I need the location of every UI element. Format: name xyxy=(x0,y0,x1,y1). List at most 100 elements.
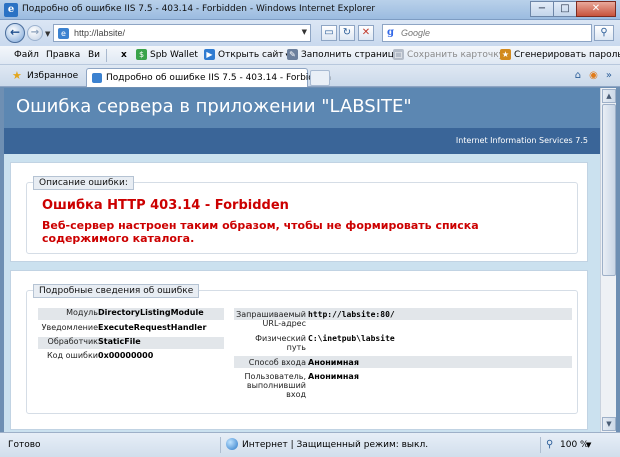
generate-password-button[interactable]: ★ Сгенерировать пароль xyxy=(500,49,620,60)
feeds-icon[interactable]: ◉ xyxy=(589,70,598,81)
page-header: Ошибка сервера в приложении "LABSITE" xyxy=(4,88,600,128)
save-card-icon: □ xyxy=(393,49,404,60)
detail-row-error-code: Код ошибки0x00000000 xyxy=(38,351,224,363)
menu-separator xyxy=(106,49,107,62)
scroll-thumb[interactable] xyxy=(602,104,616,276)
menu-view[interactable]: Ви xyxy=(88,50,100,60)
favorites-button[interactable]: Избранное xyxy=(27,71,78,81)
menu-file[interactable]: Файл xyxy=(14,50,39,60)
page-content: Ошибка сервера в приложении "LABSITE" In… xyxy=(4,88,600,432)
search-box[interactable]: g xyxy=(382,24,592,42)
spb-wallet-button[interactable]: $ Spb Wallet xyxy=(136,49,198,60)
vertical-scrollbar[interactable]: ▲ ▼ xyxy=(600,88,616,432)
zoom-icon[interactable]: ⚲ xyxy=(546,439,553,450)
address-input[interactable] xyxy=(74,28,274,38)
window-controls: − □ ✕ xyxy=(530,1,616,18)
tab-active[interactable]: Подробно об ошибке IIS 7.5 - 403.14 - Fo… xyxy=(86,68,331,87)
toolbar-close-button[interactable]: x xyxy=(121,50,127,60)
detail-key: Способ входа xyxy=(248,358,306,367)
detail-row-handler: ОбработчикStaticFile xyxy=(38,337,224,349)
maximize-button[interactable]: □ xyxy=(553,1,577,17)
status-bar: Готово Интернет | Защищенный режим: выкл… xyxy=(0,432,620,457)
error-summary-legend: Описание ошибки: xyxy=(33,176,134,190)
detail-value: Анонимная xyxy=(308,372,359,381)
detail-row-module: МодульDirectoryListingModule xyxy=(38,308,224,320)
zoom-level[interactable]: 100 % xyxy=(560,440,589,450)
open-site-icon: ▶ xyxy=(204,49,215,60)
generate-password-label: Сгенерировать пароль xyxy=(514,49,620,60)
close-button[interactable]: ✕ xyxy=(576,1,616,17)
address-bar[interactable]: e ▼ xyxy=(53,24,311,42)
page-subheader: Internet Information Services 7.5 xyxy=(4,128,600,154)
menu-edit[interactable]: Правка xyxy=(46,50,80,60)
save-card-button[interactable]: □ Сохранить карточку xyxy=(393,49,504,60)
detail-row-notification: УведомлениеExecuteRequestHandler xyxy=(38,323,224,335)
detail-value: http://labsite:80/ xyxy=(308,310,395,319)
scroll-up-icon[interactable]: ▲ xyxy=(602,89,616,103)
scroll-down-icon[interactable]: ▼ xyxy=(602,417,616,431)
detail-key: Уведомление xyxy=(41,323,98,332)
page-title: Ошибка сервера в приложении "LABSITE" xyxy=(16,96,412,117)
save-card-label: Сохранить карточку xyxy=(407,49,504,60)
generate-password-icon: ★ xyxy=(500,49,511,60)
status-text: Готово xyxy=(8,440,41,450)
error-title: Ошибка HTTP 403.14 - Forbidden xyxy=(42,198,289,213)
detail-key: Физический путь xyxy=(255,334,306,352)
address-row: ← → ▼ e ▼ ▭ ↻ ✕ g ⚲ xyxy=(0,20,620,46)
window-title: Подробно об ошибке IIS 7.5 - 403.14 - Fo… xyxy=(22,4,376,14)
detail-value: DirectoryListingModule xyxy=(98,308,204,317)
detail-value: Анонимная xyxy=(308,358,359,367)
zoom-dropdown-icon[interactable]: ▼ xyxy=(586,441,591,449)
wallet-icon: $ xyxy=(136,49,147,60)
fill-page-button[interactable]: ✎ Заполнить страницу xyxy=(287,49,399,60)
detail-key: Пользователь, выполнивший вход xyxy=(244,372,306,399)
detail-value: C:\inetpub\labsite xyxy=(308,334,395,343)
spb-wallet-label: Spb Wallet xyxy=(150,49,198,60)
stop-icon[interactable]: ✕ xyxy=(358,25,374,41)
detail-row-logon-user: Пользователь, выполнивший вход Анонимная xyxy=(234,372,572,402)
forward-button[interactable]: → xyxy=(27,25,43,41)
search-input[interactable] xyxy=(401,28,551,38)
search-icon[interactable]: ⚲ xyxy=(594,25,614,41)
detail-value: 0x00000000 xyxy=(98,351,154,360)
address-dropdown-icon[interactable]: ▼ xyxy=(302,28,307,36)
detail-key: Обработчик xyxy=(47,337,98,346)
title-bar: e Подробно об ошибке IIS 7.5 - 403.14 - … xyxy=(0,0,620,20)
back-button[interactable]: ← xyxy=(5,23,25,43)
internet-zone-icon xyxy=(226,438,238,450)
open-site-label: Открыть сайт xyxy=(218,49,284,60)
history-dropdown-icon[interactable]: ▼ xyxy=(45,30,50,38)
detail-key: Код ошибки xyxy=(46,351,98,360)
detail-row-requested-url: Запрашиваемый URL-адрес http://labsite:8… xyxy=(234,308,572,334)
tab-label: Подробно об ошибке IIS 7.5 - 403.14 - Fo… xyxy=(106,73,331,83)
google-icon: g xyxy=(387,27,394,38)
tab-page-icon xyxy=(92,73,102,83)
status-divider xyxy=(220,437,221,453)
page-icon: e xyxy=(58,28,69,39)
detail-value: StaticFile xyxy=(98,337,141,346)
detail-key: Модуль xyxy=(66,308,98,317)
security-zone[interactable]: Интернет | Защищенный режим: выкл. xyxy=(242,440,428,450)
error-description: Веб-сервер настроен таким образом, чтобы… xyxy=(42,219,479,245)
detail-value: ExecuteRequestHandler xyxy=(98,323,207,332)
compatibility-view-icon[interactable]: ▭ xyxy=(321,25,337,41)
fill-page-label: Заполнить страницу xyxy=(301,49,400,60)
tab-row: ★ Избранное Подробно об ошибке IIS 7.5 -… xyxy=(0,65,620,87)
fill-page-icon: ✎ xyxy=(287,49,298,60)
open-site-button[interactable]: ▶ Открыть сайт ▾ xyxy=(204,49,289,60)
detail-key: Запрашиваемый URL-адрес xyxy=(236,310,306,328)
ie-logo-icon: e xyxy=(4,3,18,17)
new-tab-button[interactable] xyxy=(310,70,330,86)
detail-row-logon-method: Способ входа Анонимная xyxy=(234,356,572,368)
home-icon[interactable]: ⌂ xyxy=(575,70,581,81)
menu-toolbar-row: Файл Правка Ви x $ Spb Wallet ▶ Открыть … xyxy=(0,46,620,65)
error-details-legend: Подробные сведения об ошибке xyxy=(33,284,200,298)
status-divider xyxy=(540,437,541,453)
command-bar: ⌂ ◉ » xyxy=(575,70,612,81)
refresh-icon[interactable]: ↻ xyxy=(339,25,355,41)
server-name: Internet Information Services 7.5 xyxy=(455,136,588,145)
minimize-button[interactable]: − xyxy=(530,1,554,17)
detail-row-physical-path: Физический путь C:\inetpub\labsite xyxy=(234,334,572,354)
favorites-star-icon[interactable]: ★ xyxy=(12,69,22,82)
more-tools-icon[interactable]: » xyxy=(606,70,612,81)
